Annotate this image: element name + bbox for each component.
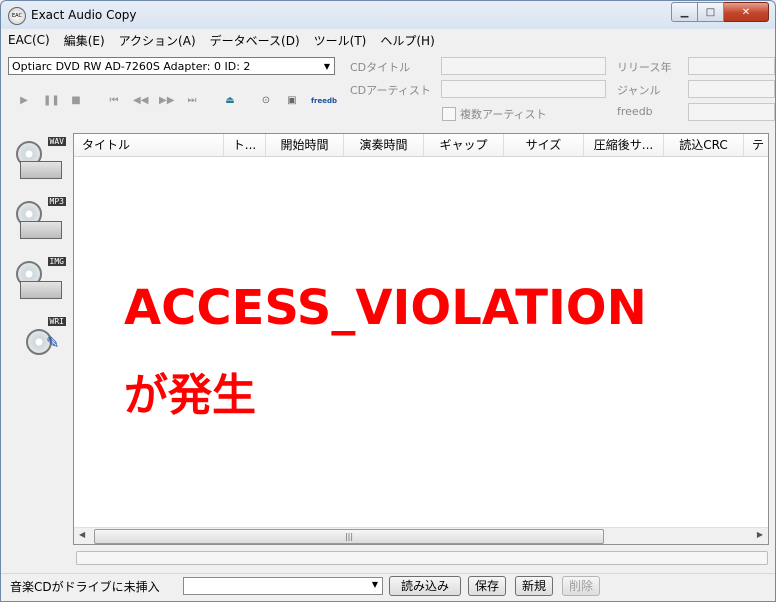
menu-edit[interactable]: 編集(E) [57,32,112,49]
menu-bar: EAC(C) 編集(E) アクション(A) データベース(D) ツール(T) ヘ… [1,30,775,50]
read-button[interactable]: 読み込み [389,576,461,596]
title-bar: EAC Exact Audio Copy ▁ □ ✕ [1,1,775,29]
maximize-button[interactable]: □ [698,2,724,22]
cd-icon[interactable]: ⊙ [259,94,273,108]
multi-artist-label: 複数アーティスト [460,108,547,121]
drive-select-value: Optiarc DVD RW AD-7260S Adapter: 0 ID: 2 [12,60,251,73]
cd-title-input[interactable] [441,57,606,75]
scrollbar-thumb[interactable]: ||| [94,529,604,544]
menu-eac[interactable]: EAC(C) [1,33,57,47]
column-track[interactable]: ト... [224,134,266,156]
close-button[interactable]: ✕ [724,2,769,22]
sidebar: WAV MP3 IMG WRI ✎ [10,131,68,561]
write-cd-button[interactable]: WRI ✎ [12,315,66,367]
column-compressed-size[interactable]: 圧縮後サ... [584,134,664,156]
genre-label: ジャンル [617,84,661,97]
eject-icon[interactable]: ⏏ [223,94,237,108]
release-year-label: リリース年 [617,61,672,74]
error-message: ACCESS_VIOLATION [124,280,647,336]
wri-tag: WRI [47,317,66,326]
genre-input[interactable] [688,80,775,98]
scroll-right-icon[interactable]: ▶ [757,530,763,539]
drive-select[interactable]: Optiarc DVD RW AD-7260S Adapter: 0 ID: 2… [8,57,335,75]
error-message-suffix: が発生 [124,370,256,421]
pause-icon[interactable]: ❚❚ [43,94,60,108]
column-test-crc[interactable]: テ [744,134,768,156]
new-button[interactable]: 新規 [515,576,553,596]
delete-button[interactable]: 削除 [562,576,600,596]
profile-select[interactable]: ▼ [183,577,383,595]
main-window: EAC Exact Audio Copy ▁ □ ✕ EAC(C) 編集(E) … [0,0,776,602]
scroll-left-icon[interactable]: ◀ [79,530,85,539]
previous-track-icon[interactable]: ⏮ [107,94,121,108]
menu-database[interactable]: データベース(D) [203,32,307,49]
column-title[interactable]: タイトル [82,134,224,156]
status-message: 音楽CDがドライブに未挿入 [10,580,160,594]
freedb-label: freedb [617,105,653,118]
chevron-down-icon: ▼ [371,580,378,589]
menu-help[interactable]: ヘルプ(H) [373,32,441,49]
release-year-input[interactable] [688,57,775,75]
multi-artist-checkbox[interactable] [442,107,456,121]
track-list-header: タイトル ト... 開始時間 演奏時間 ギャップ サイズ 圧縮後サ... 読込C… [74,134,768,157]
wav-tag: WAV [47,137,66,146]
toolbar: Optiarc DVD RW AD-7260S Adapter: 0 ID: 2… [1,51,775,131]
column-gap[interactable]: ギャップ [424,134,504,156]
rewind-icon[interactable]: ◀◀ [133,94,148,108]
mp3-tag: MP3 [47,197,66,206]
cd-title-label: CDタイトル [350,61,411,74]
column-play-time[interactable]: 演奏時間 [344,134,424,156]
track-list-panel: タイトル ト... 開始時間 演奏時間 ギャップ サイズ 圧縮後サ... 読込C… [73,133,769,545]
column-start-time[interactable]: 開始時間 [266,134,344,156]
chevron-down-icon: ▼ [323,62,330,71]
play-icon[interactable]: ▶ [17,94,31,108]
copy-mp3-button[interactable]: MP3 [12,195,66,247]
drive-icon [20,221,62,239]
save-button[interactable]: 保存 [468,576,506,596]
drive-icon [20,161,62,179]
menu-action[interactable]: アクション(A) [112,32,203,49]
copy-image-button[interactable]: IMG [12,255,66,307]
minimize-button[interactable]: ▁ [671,2,698,22]
img-tag: IMG [47,257,66,266]
horizontal-scrollbar[interactable]: ◀ ||| ▶ [74,527,768,544]
column-read-crc[interactable]: 読込CRC [664,134,744,156]
stop-icon[interactable]: ■ [69,94,83,108]
copy-wav-button[interactable]: WAV [12,135,66,187]
column-size[interactable]: サイズ [504,134,584,156]
cd-artist-label: CDアーティスト [350,84,431,97]
drive-icon[interactable]: ▣ [285,94,299,108]
freedb-input[interactable] [688,103,775,121]
next-track-icon[interactable]: ⏭ [185,94,199,108]
fast-forward-icon[interactable]: ▶▶ [159,94,174,108]
status-bar: 音楽CDがドライブに未挿入 ▼ 読み込み 保存 新規 削除 [1,573,775,601]
drive-icon [20,281,62,299]
progress-bar [76,551,768,565]
window-controls: ▁ □ ✕ [671,2,769,22]
window-title: Exact Audio Copy [31,8,137,22]
app-icon: EAC [8,7,26,25]
cd-artist-input[interactable] [441,80,606,98]
pencil-icon: ✎ [46,333,60,352]
freedb-button[interactable]: freedb [311,94,337,108]
menu-tools[interactable]: ツール(T) [307,32,374,49]
